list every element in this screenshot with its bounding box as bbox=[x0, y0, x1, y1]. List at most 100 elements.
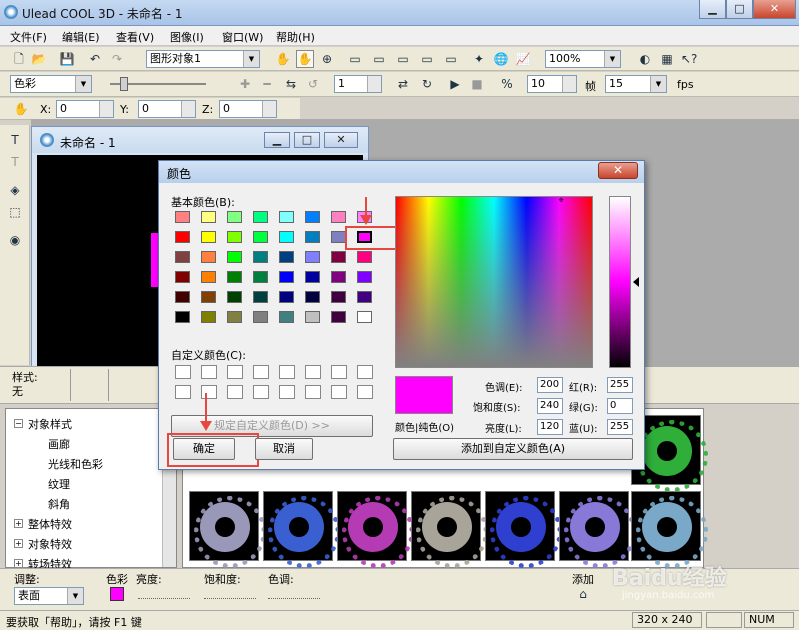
sat-field[interactable]: 240 bbox=[537, 398, 563, 414]
brightness-slider[interactable] bbox=[138, 589, 190, 599]
custom-color-slot[interactable] bbox=[357, 365, 373, 379]
basic-color-swatch[interactable] bbox=[175, 311, 190, 323]
color-swatch[interactable] bbox=[110, 587, 124, 601]
add-keyframe-icon[interactable]: ✚ bbox=[236, 75, 254, 93]
basic-color-swatch[interactable] bbox=[201, 231, 216, 243]
view-left-icon[interactable]: ▭ bbox=[394, 50, 412, 68]
basic-color-swatch[interactable] bbox=[305, 291, 320, 303]
view-back-icon[interactable]: ▭ bbox=[370, 50, 388, 68]
shape-tool-icon[interactable]: ◉ bbox=[6, 231, 24, 249]
y-spinner[interactable]: 0 bbox=[138, 100, 196, 118]
lum-field[interactable]: 120 bbox=[537, 419, 563, 435]
thumbnail-gear[interactable] bbox=[631, 491, 708, 568]
add-to-gallery-icon[interactable]: ⌂ bbox=[574, 585, 592, 603]
basic-color-swatch[interactable] bbox=[175, 211, 190, 223]
add-to-custom-button[interactable]: 添加到自定义颜色(A) bbox=[393, 438, 633, 460]
size-tool-icon[interactable]: ⊕ bbox=[318, 50, 336, 68]
basic-color-swatch[interactable] bbox=[253, 271, 268, 283]
tree-item-object-style[interactable]: 对象样式 bbox=[28, 416, 72, 432]
basic-color-swatch[interactable] bbox=[279, 311, 294, 323]
basic-color-swatch[interactable] bbox=[175, 271, 190, 283]
basic-color-swatch[interactable] bbox=[279, 231, 294, 243]
basic-color-swatch[interactable] bbox=[201, 211, 216, 223]
custom-color-slot[interactable] bbox=[227, 365, 243, 379]
basic-color-swatch[interactable] bbox=[253, 311, 268, 323]
tree-item-global-fx[interactable]: 整体特效 bbox=[28, 516, 72, 532]
custom-color-slot[interactable] bbox=[279, 365, 295, 379]
custom-color-slot[interactable] bbox=[305, 385, 321, 399]
custom-color-slot[interactable] bbox=[201, 365, 217, 379]
custom-color-slot[interactable] bbox=[331, 385, 347, 399]
red-field[interactable]: 255 bbox=[607, 377, 633, 393]
basic-color-swatch[interactable] bbox=[331, 311, 346, 323]
object-select[interactable]: 图形对象1 bbox=[146, 50, 260, 68]
rotate-hand-icon[interactable]: ✋ bbox=[296, 50, 314, 68]
export-icon[interactable]: ▦ bbox=[658, 50, 676, 68]
position-icon[interactable]: ✋ bbox=[12, 100, 30, 118]
expand-icon[interactable]: + bbox=[14, 519, 23, 528]
tree-item-texture[interactable]: 纹理 bbox=[48, 476, 70, 492]
x-spinner[interactable]: 0 bbox=[56, 100, 114, 118]
thumbnail-gear[interactable] bbox=[559, 491, 636, 568]
select-tool-icon[interactable]: ⬚ bbox=[6, 203, 24, 221]
basic-color-swatch[interactable] bbox=[253, 291, 268, 303]
basic-color-swatch[interactable] bbox=[305, 271, 320, 283]
collapse-icon[interactable]: − bbox=[14, 419, 23, 428]
fps-select[interactable]: 15 bbox=[605, 75, 667, 93]
basic-color-swatch[interactable] bbox=[201, 311, 216, 323]
doc-maximize-button[interactable]: □ bbox=[294, 132, 320, 148]
basic-color-swatch[interactable] bbox=[305, 211, 320, 223]
menu-image[interactable]: 图像(I) bbox=[170, 29, 204, 45]
timeline-slider[interactable] bbox=[106, 77, 210, 91]
view-top-icon[interactable]: ▭ bbox=[442, 50, 460, 68]
thumbnail-gear[interactable] bbox=[263, 491, 340, 568]
custom-color-slot[interactable] bbox=[227, 385, 243, 399]
luminance-bar[interactable] bbox=[609, 196, 631, 368]
basic-color-swatch[interactable] bbox=[357, 271, 372, 283]
hand-icon[interactable]: ✋ bbox=[274, 50, 292, 68]
loop-icon[interactable]: ↺ bbox=[304, 75, 322, 93]
basic-color-swatch[interactable] bbox=[227, 271, 242, 283]
custom-color-slot[interactable] bbox=[175, 385, 191, 399]
saturation-slider[interactable] bbox=[204, 589, 256, 599]
basic-color-swatch[interactable] bbox=[331, 211, 346, 223]
basic-color-swatch[interactable] bbox=[279, 211, 294, 223]
tree-item-object-fx[interactable]: 对象特效 bbox=[28, 536, 72, 552]
context-help-icon[interactable]: ↖? bbox=[680, 50, 698, 68]
custom-color-slot[interactable] bbox=[331, 365, 347, 379]
dialog-close-button[interactable]: ✕ bbox=[598, 162, 638, 179]
render-icon[interactable]: ◐ bbox=[636, 50, 654, 68]
tree-item-light-color[interactable]: 光线和色彩 bbox=[48, 456, 103, 472]
view-front-icon[interactable]: ▭ bbox=[346, 50, 364, 68]
basic-color-swatch[interactable] bbox=[331, 271, 346, 283]
basic-color-swatch[interactable] bbox=[201, 271, 216, 283]
basic-color-swatch[interactable] bbox=[279, 251, 294, 263]
swap-icon[interactable]: ⇄ bbox=[394, 75, 412, 93]
basic-color-swatch[interactable] bbox=[331, 251, 346, 263]
basic-color-swatch[interactable] bbox=[175, 291, 190, 303]
basic-color-swatch[interactable] bbox=[357, 291, 372, 303]
surface-select[interactable]: 表面 bbox=[14, 587, 84, 605]
basic-color-swatch[interactable] bbox=[305, 231, 320, 243]
open-file-icon[interactable]: 📂 bbox=[30, 50, 48, 68]
basic-color-swatch[interactable] bbox=[253, 251, 268, 263]
zoom-select[interactable]: 100% bbox=[545, 50, 621, 68]
object-tool-icon[interactable]: ◈ bbox=[6, 181, 24, 199]
basic-color-swatch[interactable] bbox=[279, 291, 294, 303]
basic-color-swatch[interactable] bbox=[227, 251, 242, 263]
thumbnail-gear[interactable] bbox=[485, 491, 562, 568]
step-spinner[interactable]: 10 bbox=[527, 75, 577, 93]
basic-color-swatch[interactable] bbox=[175, 231, 190, 243]
thumbnail-gear[interactable] bbox=[411, 491, 488, 568]
thumbnail-gear[interactable] bbox=[337, 491, 414, 568]
reverse-keyframe-icon[interactable]: ⇆ bbox=[282, 75, 300, 93]
basic-color-swatch[interactable] bbox=[227, 291, 242, 303]
tree-item-gallery[interactable]: 画廊 bbox=[48, 436, 70, 452]
expand-icon[interactable]: + bbox=[14, 559, 23, 568]
solid-color-label[interactable]: 颜色|纯色(O) bbox=[395, 419, 454, 434]
close-button[interactable]: ✕ bbox=[753, 0, 796, 19]
hue-slider[interactable] bbox=[268, 589, 320, 599]
refresh-icon[interactable]: ↻ bbox=[418, 75, 436, 93]
hue-saturation-spectrum[interactable]: ⌖ bbox=[395, 196, 593, 368]
chart-icon[interactable]: 📈 bbox=[514, 50, 532, 68]
